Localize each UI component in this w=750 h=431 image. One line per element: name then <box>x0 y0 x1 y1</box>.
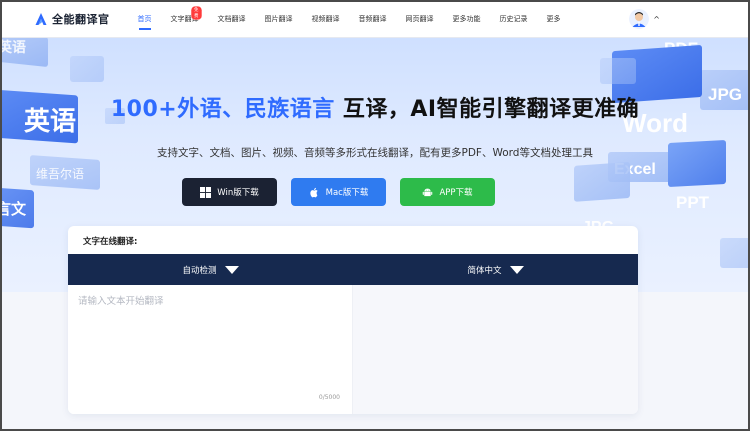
nav-doc-translate[interactable]: 文档翻译 <box>218 0 246 38</box>
hero-title: 100+外语、民族语言 互译，AI智能引擎翻译更准确 <box>0 91 750 123</box>
mac-download-button[interactable]: Mac版下载 <box>291 178 386 206</box>
app-download-button[interactable]: APP下载 <box>400 178 495 206</box>
source-panel: 0/5000 <box>68 285 353 414</box>
source-language-label: 自动检测 <box>182 265 217 276</box>
nav-label: 更多 <box>546 14 561 23</box>
top-navbar: 全能翻译官 首页 文字翻译 免费 文档翻译 图片翻译 视频翻译 音频翻译 网页翻译… <box>0 0 750 38</box>
user-menu[interactable]: ^ <box>629 9 660 29</box>
nav-label: 历史记录 <box>499 14 528 23</box>
tile-text: 英语 <box>0 39 26 55</box>
nav-video-translate[interactable]: 视频翻译 <box>312 0 340 38</box>
source-text-input[interactable] <box>78 293 343 383</box>
download-buttons: Win版下载 Mac版下载 APP下载 <box>182 178 495 206</box>
target-panel <box>353 285 638 414</box>
target-language-select[interactable]: 简体中文 <box>353 254 638 285</box>
nav-image-translate[interactable]: 图片翻译 <box>265 0 293 38</box>
logo-text: 全能翻译官 <box>52 12 110 26</box>
avatar-icon <box>629 9 650 29</box>
windows-icon <box>200 186 212 198</box>
source-language-select[interactable]: 自动检测 <box>68 254 353 285</box>
translator-label: 文字在线翻译: <box>83 237 138 247</box>
left-language-tiles: 英语 英语 维吾尔语 言文 <box>0 38 125 229</box>
nav-label: 文档翻译 <box>217 14 246 23</box>
tile <box>70 56 104 82</box>
win-download-label: Win版下载 <box>217 188 259 198</box>
hero-title-rest: 互译，AI智能引擎翻译更准确 <box>334 97 640 122</box>
caret-down-icon <box>224 265 239 274</box>
hero-subtitle: 支持文字、文档、图片、视频、音频等多形式在线翻译，配有更多PDF、Word等文档… <box>157 147 593 159</box>
main-nav: 首页 文字翻译 免费 文档翻译 图片翻译 视频翻译 音频翻译 网页翻译 更多功能 … <box>138 0 580 38</box>
nav-label: 网页翻译 <box>405 14 434 23</box>
chevron-up-icon: ^ <box>653 14 660 24</box>
text-translator-card: 自动检测 简体中文 0/5000 <box>68 226 638 414</box>
win-download-button[interactable]: Win版下载 <box>182 178 277 206</box>
mac-download-label: Mac版下载 <box>325 188 369 198</box>
logo-icon <box>35 12 47 25</box>
nav-label: 音频翻译 <box>358 14 387 23</box>
hero-title-highlight: 100+外语、民族语言 <box>110 97 335 122</box>
caret-down-icon <box>509 265 524 274</box>
tile <box>600 58 636 84</box>
tile-text: 言文 <box>0 200 27 218</box>
tile-text: 维吾尔语 <box>36 166 84 181</box>
logo[interactable]: 全能翻译官 <box>34 11 110 27</box>
tile <box>574 162 630 202</box>
nav-more-features[interactable]: 更多功能 <box>453 0 481 38</box>
nav-history[interactable]: 历史记录 <box>500 0 528 38</box>
char-counter: 0/5000 <box>318 394 340 401</box>
app-download-label: APP下载 <box>439 188 473 198</box>
nav-text-translate[interactable]: 文字翻译 免费 <box>171 0 201 38</box>
avatar[interactable] <box>629 9 650 29</box>
nav-label: 图片翻译 <box>264 14 293 23</box>
nav-more[interactable]: 更多 <box>547 0 561 38</box>
nav-home[interactable]: 首页 <box>138 0 152 38</box>
nav-label: 视频翻译 <box>311 14 340 23</box>
nav-label: 首页 <box>137 14 152 23</box>
nav-audio-translate[interactable]: 音频翻译 <box>359 0 387 38</box>
nav-label: 更多功能 <box>452 14 481 23</box>
target-language-label: 简体中文 <box>467 265 502 276</box>
free-badge: 免费 <box>190 5 201 20</box>
tile-text: PPT <box>676 193 710 212</box>
android-icon <box>423 188 433 196</box>
apple-icon <box>309 187 318 197</box>
nav-web-translate[interactable]: 网页翻译 <box>406 0 434 38</box>
tile <box>720 238 750 268</box>
language-bar: 自动检测 简体中文 <box>68 254 638 285</box>
